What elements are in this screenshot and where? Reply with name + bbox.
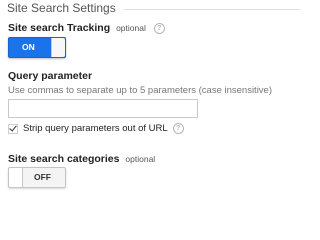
tracking-optional-tag: optional (116, 23, 146, 33)
toggle-knob (51, 38, 65, 57)
section-header: Site Search Settings (7, 0, 300, 16)
help-icon[interactable]: ? (172, 123, 184, 134)
section-title: Site Search Settings (7, 1, 116, 15)
query-parameter-input[interactable] (8, 99, 198, 118)
categories-label: Site search categories (8, 153, 120, 165)
categories-toggle[interactable]: OFF (8, 167, 66, 188)
tracking-label-row: Site search Tracking optional ? (8, 22, 165, 34)
help-icon[interactable]: ? (153, 22, 165, 34)
tracking-toggle[interactable]: ON (8, 37, 66, 58)
query-label-row: Query parameter (8, 70, 92, 82)
strip-query-row[interactable]: Strip query parameters out of URL ? (8, 122, 184, 135)
tracking-label: Site search Tracking (8, 22, 111, 34)
strip-query-label: Strip query parameters out of URL (23, 123, 168, 134)
strip-query-checkbox[interactable] (8, 123, 18, 134)
tracking-toggle-state: ON (22, 42, 35, 52)
categories-optional-tag: optional (125, 154, 156, 164)
toggle-knob (9, 168, 23, 187)
categories-toggle-state: OFF (34, 172, 51, 182)
categories-label-row: Site search categories optional (8, 153, 155, 165)
section-divider (123, 8, 300, 10)
query-parameter-label: Query parameter (8, 70, 93, 82)
query-parameter-hint: Use commas to separate up to 5 parameter… (8, 85, 273, 96)
